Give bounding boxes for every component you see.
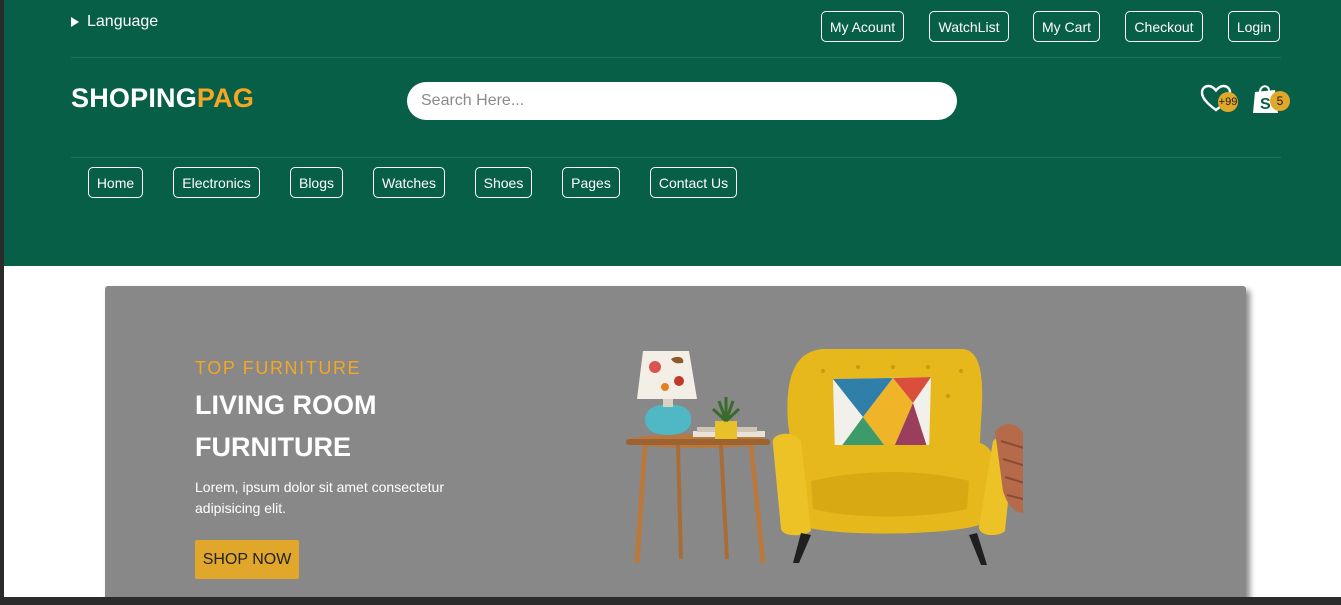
my-account-link[interactable]: My Acount <box>821 11 904 42</box>
nav-home[interactable]: Home <box>88 167 143 198</box>
language-label: Language <box>87 13 159 30</box>
brand-logo-part1: SHOPING <box>71 83 197 113</box>
language-selector[interactable]: Language <box>71 13 158 31</box>
login-link[interactable]: Login <box>1228 11 1280 42</box>
nav-electronics[interactable]: Electronics <box>173 167 260 198</box>
cart-button[interactable]: S 5 <box>1250 82 1290 116</box>
nav-watches[interactable]: Watches <box>373 167 445 198</box>
checkout-link[interactable]: Checkout <box>1125 11 1203 42</box>
armchair-side-table-lamp-image <box>626 349 1023 565</box>
my-cart-link[interactable]: My Cart <box>1033 11 1100 42</box>
caret-right-icon <box>71 17 79 27</box>
site-header: Language My Acount WatchList My Cart Che… <box>4 0 1341 266</box>
search-input[interactable] <box>407 82 957 120</box>
shop-now-button[interactable]: SHOP NOW <box>195 540 299 579</box>
hero-eyebrow: TOP FURNITURE <box>195 358 362 378</box>
window-bottom-edge <box>0 597 1341 605</box>
wishlist-badge: +99 <box>1218 92 1238 112</box>
nav-blogs[interactable]: Blogs <box>290 167 343 198</box>
hero-title: LIVING ROOM FURNITURE <box>195 384 515 468</box>
nav-shoes[interactable]: Shoes <box>475 167 532 198</box>
nav-contact-us[interactable]: Contact Us <box>650 167 737 198</box>
hero-banner: TOP FURNITURE LIVING ROOM FURNITURE Lore… <box>105 286 1246 597</box>
cart-badge: 5 <box>1270 91 1290 111</box>
hero-description: Lorem, ipsum dolor sit amet consectetur … <box>195 479 444 516</box>
divider <box>71 57 1281 58</box>
hero-title-line2: FURNITURE <box>195 432 351 462</box>
nav-pages[interactable]: Pages <box>562 167 620 198</box>
brand-logo-part2: PAG <box>196 83 255 113</box>
hero-title-line1: LIVING ROOM <box>195 390 377 420</box>
brand-logo[interactable]: SHOPINGPAG <box>71 83 254 114</box>
wishlist-button[interactable]: +99 <box>1199 82 1239 116</box>
page: Language My Acount WatchList My Cart Che… <box>4 0 1341 597</box>
watchlist-link[interactable]: WatchList <box>929 11 1009 42</box>
divider <box>71 157 1281 158</box>
